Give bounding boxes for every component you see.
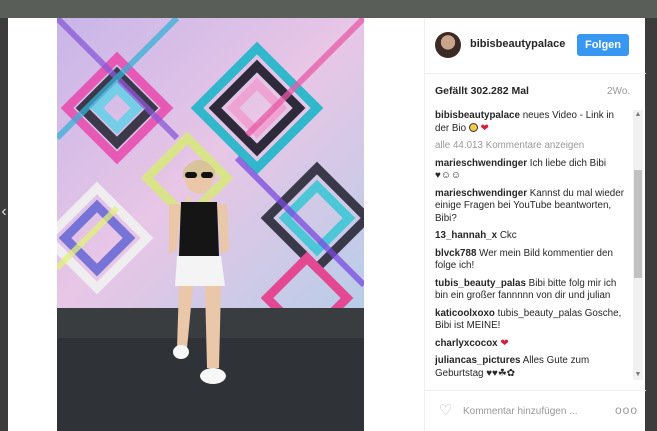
heart-outline-icon[interactable]: ♡: [439, 403, 455, 419]
comments-list: bibisbeautypalace neues Video - Link in …: [435, 110, 630, 380]
post-photo[interactable]: [57, 18, 364, 431]
comments-scrollbar[interactable]: ▲ ▼: [633, 110, 643, 380]
likes-count[interactable]: Gefällt 302.282 Mal: [435, 85, 529, 97]
avatar[interactable]: [435, 32, 461, 58]
scroll-up-arrow-icon[interactable]: ▲: [633, 110, 643, 120]
comment-username[interactable]: marieschwendinger: [435, 158, 527, 169]
comment-username[interactable]: 13_hannah_x: [435, 230, 497, 241]
post-sidebar: bibisbeautypalace Folgen Gefällt 302.282…: [424, 18, 646, 431]
post-header: bibisbeautypalace Folgen: [425, 18, 646, 74]
comment-item: katicoolxoxo tubis_beauty_palas Gosche, …: [435, 308, 630, 333]
comment-text: Ckc: [499, 230, 517, 241]
comment-text: Ich liebe dich Bibi: [529, 157, 606, 169]
load-more-comments-link[interactable]: alle 44.013 Kommentare anzeigen: [435, 140, 630, 153]
caption: bibisbeautypalace neues Video - Link in …: [435, 110, 630, 135]
backdrop-left: [0, 18, 8, 431]
comment-item: charlyxcocox ❤: [435, 338, 630, 351]
comment-item: juliancas_pictures Alles Gute zum Geburt…: [435, 355, 630, 380]
comment-item: marieschwendinger Kannst du mal wieder e…: [435, 188, 630, 226]
heart-face-emoji-icon: ♥☺☺: [435, 170, 461, 181]
scroll-thumb[interactable]: [634, 170, 642, 278]
page-backdrop: [0, 0, 657, 18]
post-username[interactable]: bibisbeautypalace: [470, 38, 565, 50]
follow-button[interactable]: Folgen: [577, 34, 629, 56]
comment-item: marieschwendinger Ich liebe dich Bibi ♥☺…: [435, 158, 630, 183]
caption-username[interactable]: bibisbeautypalace: [435, 110, 520, 121]
comment-item: 13_hannah_x Ckc: [435, 230, 630, 243]
comment-input[interactable]: [463, 401, 603, 421]
post-time[interactable]: 2Wo.: [607, 86, 630, 97]
comment-username[interactable]: marieschwendinger: [435, 188, 527, 199]
more-options-icon[interactable]: ooo: [615, 403, 637, 419]
comment-username[interactable]: juliancas_pictures: [435, 355, 521, 366]
grin-emoji-icon: [468, 122, 478, 132]
comment-bar: ♡ ooo: [425, 390, 646, 431]
heart-emoji-icon: ❤: [480, 122, 489, 134]
heart-emoji-icon: ❤: [500, 337, 509, 349]
comment-username[interactable]: charlyxcocox: [435, 338, 498, 349]
post-photo-image: [57, 18, 364, 431]
comment-item: blvck788 Wer mein Bild kommentier den fo…: [435, 248, 630, 273]
backdrop-right: [645, 18, 657, 431]
chevron-left-icon[interactable]: ‹: [0, 200, 8, 224]
comment-username[interactable]: katicoolxoxo: [435, 308, 495, 319]
comment-item: tubis_beauty_palas Bibi bitte folg mir i…: [435, 278, 630, 303]
comment-username[interactable]: blvck788: [435, 248, 476, 259]
hearts-emoji-icon: ♥♥☘✿: [486, 367, 515, 379]
scroll-down-arrow-icon[interactable]: ▼: [633, 370, 643, 380]
media-pane: [8, 18, 424, 431]
comment-username[interactable]: tubis_beauty_palas: [435, 278, 526, 289]
post-modal: bibisbeautypalace Folgen Gefällt 302.282…: [8, 18, 646, 431]
